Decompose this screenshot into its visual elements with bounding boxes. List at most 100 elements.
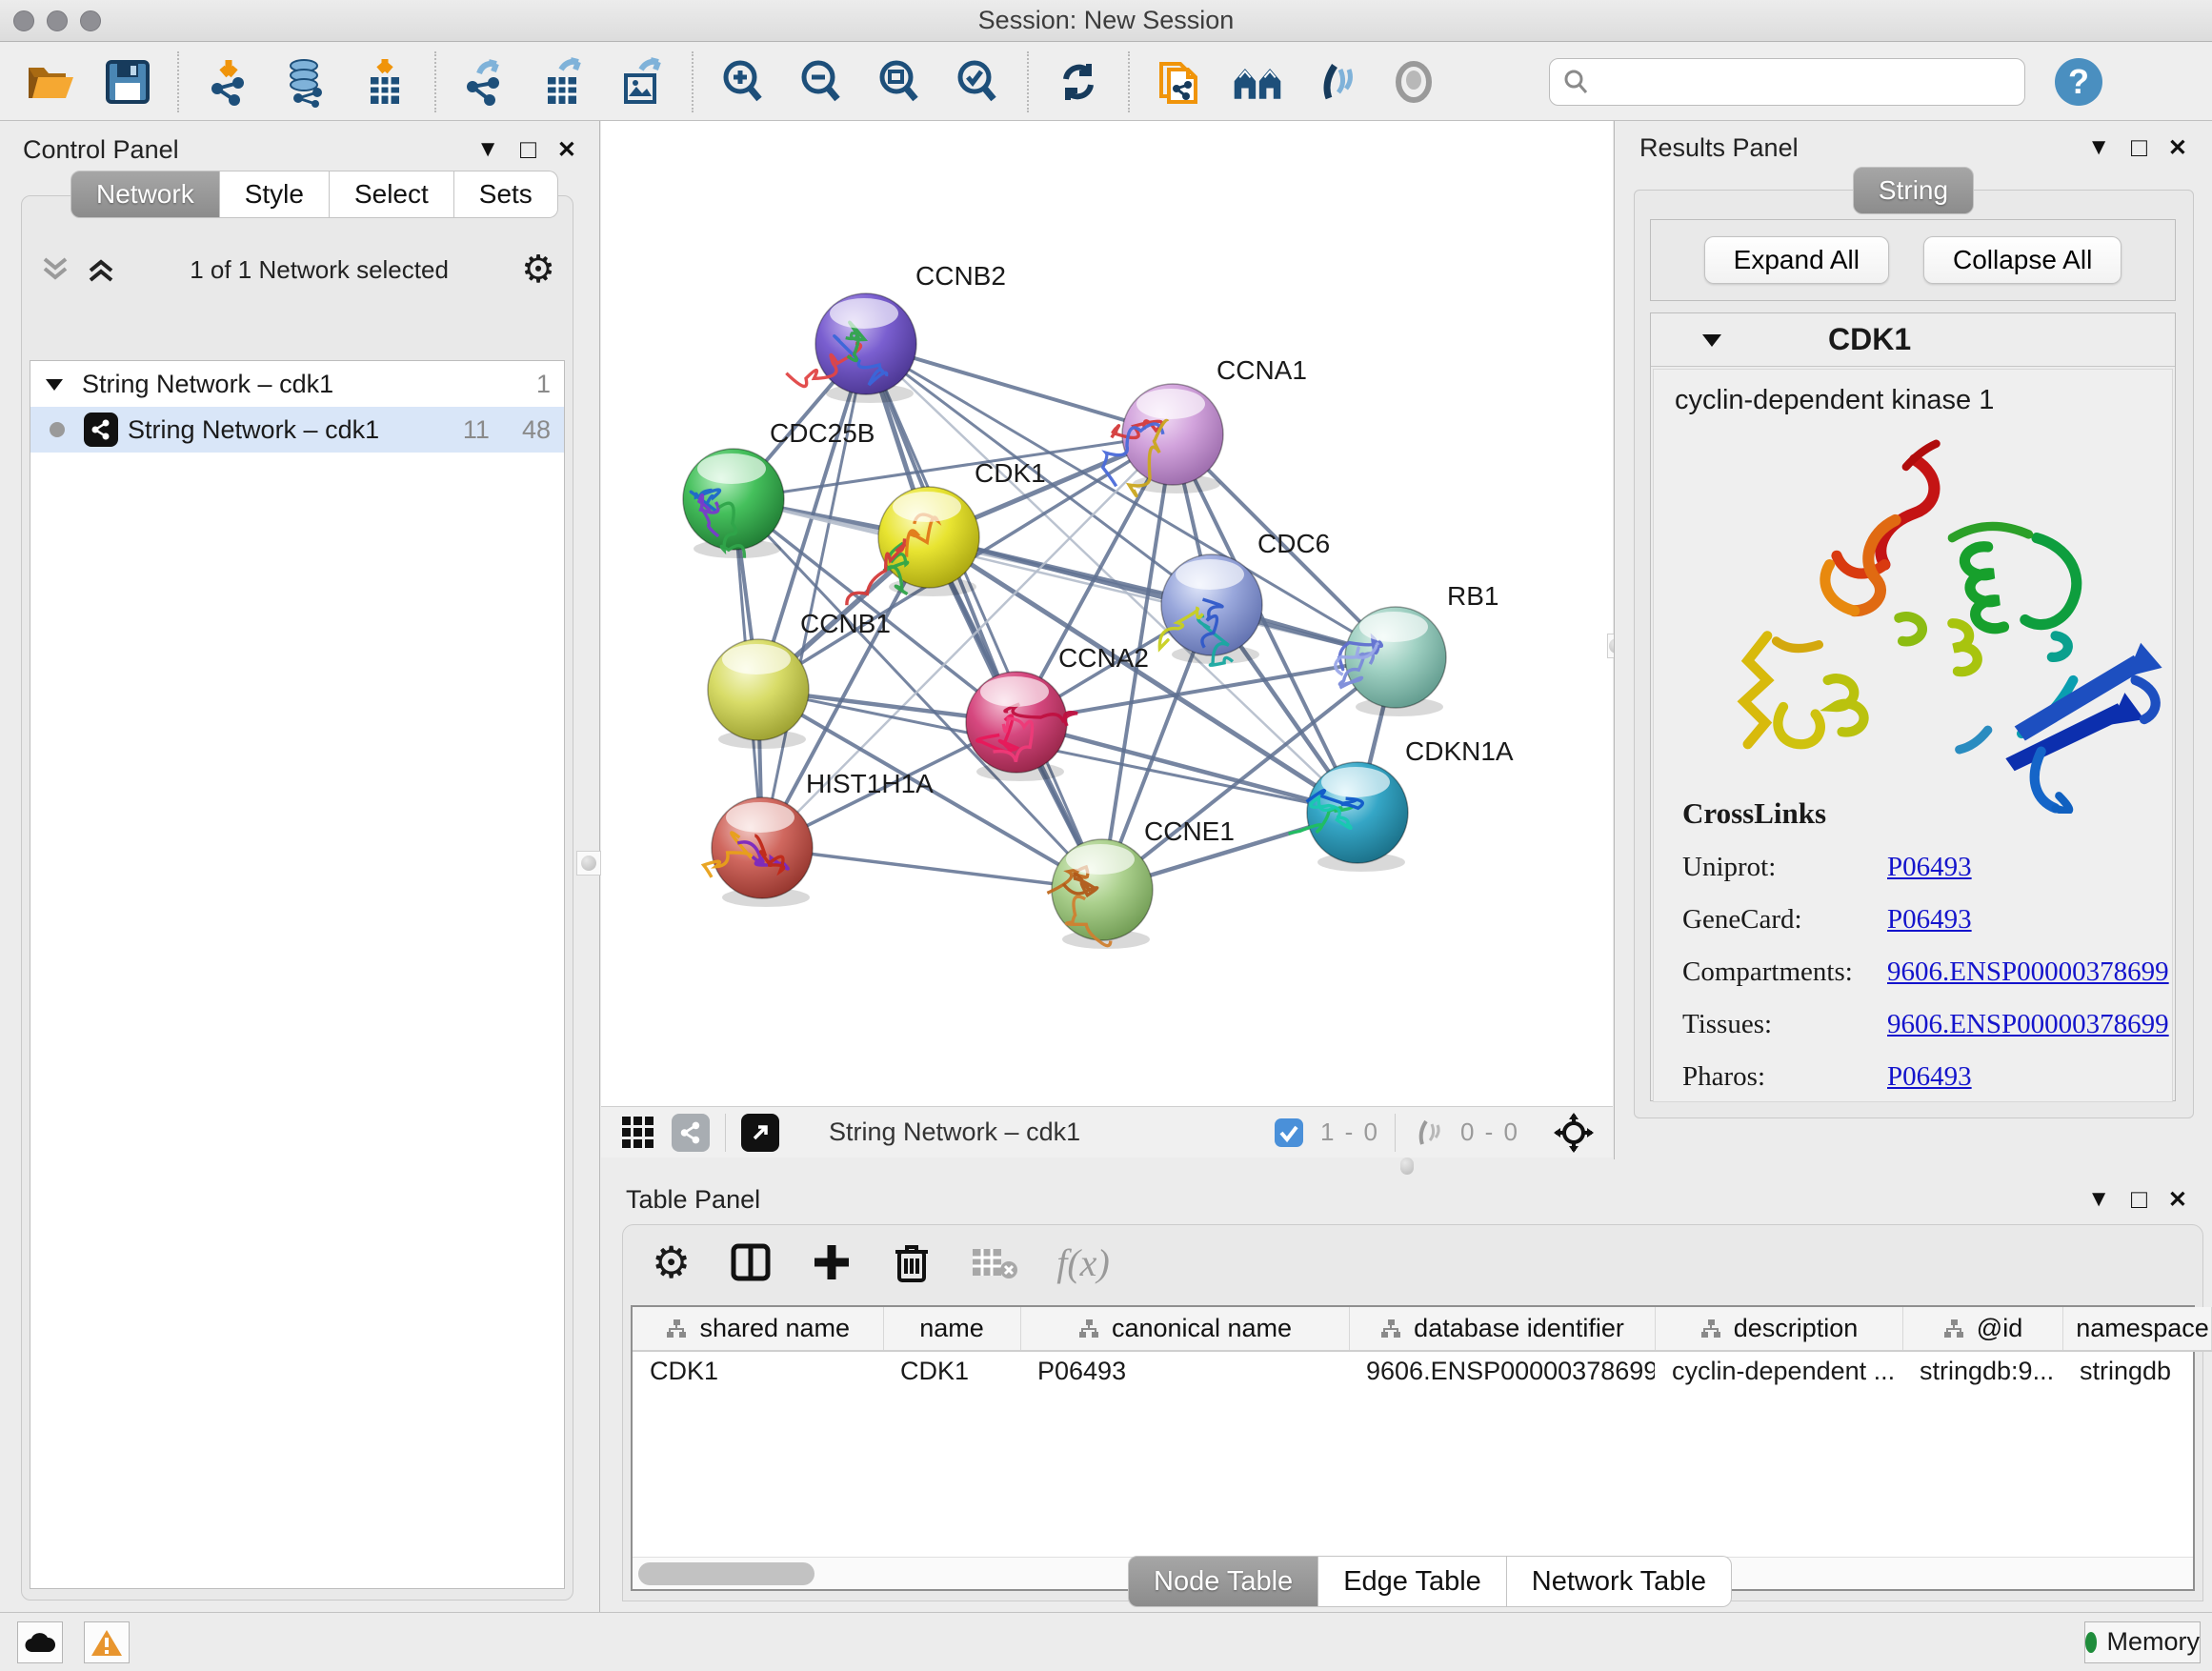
open-in-browser-icon[interactable]: [741, 1114, 779, 1152]
column-header-description[interactable]: description: [1655, 1307, 1902, 1351]
save-session-button[interactable]: [101, 55, 154, 109]
table-options-gear-icon[interactable]: ⚙: [652, 1240, 691, 1284]
network-node-CCNB1[interactable]: CCNB1: [708, 609, 891, 749]
help-button[interactable]: ?: [2052, 55, 2105, 109]
crosslink-link[interactable]: P06493: [1887, 904, 1972, 936]
cloud-status-button[interactable]: [17, 1621, 63, 1663]
network-canvas[interactable]: CCNB2CCNA1CDC25BCDK1CDC6RB1CCNB1CCNA2CDK…: [601, 121, 1613, 1106]
float-panel-icon[interactable]: □: [520, 134, 536, 165]
left-splitter-handle[interactable]: [576, 851, 601, 876]
float-panel-icon[interactable]: □: [2131, 132, 2147, 163]
column-tree-icon: [1699, 1319, 1722, 1339]
tab-sets[interactable]: Sets: [454, 171, 558, 218]
network-collection-row[interactable]: String Network – cdk1 1: [30, 361, 564, 407]
tree-expand-arrow-icon[interactable]: [44, 375, 65, 393]
birdseye-grid-icon[interactable]: [620, 1115, 656, 1151]
zoom-out-button[interactable]: [794, 55, 848, 109]
crosslink-link[interactable]: 9606.ENSP00000378699: [1887, 956, 2169, 988]
tab-edge-table[interactable]: Edge Table: [1318, 1556, 1507, 1607]
float-panel-icon[interactable]: □: [2131, 1184, 2147, 1215]
column-header-canonical-name[interactable]: canonical name: [1020, 1307, 1349, 1351]
tab-string[interactable]: String: [1853, 167, 1974, 214]
expand-all-button[interactable]: Expand All: [1704, 236, 1889, 284]
node-label-CCNE1: CCNE1: [1144, 816, 1235, 846]
column-header-namespace[interactable]: namespace: [2062, 1307, 2211, 1351]
memory-button[interactable]: Memory: [2084, 1621, 2201, 1663]
network-options-gear-icon[interactable]: ⚙: [521, 251, 555, 289]
apply-layout-button[interactable]: [1052, 55, 1105, 109]
network-edge-CCNB2-CCNE1[interactable]: [866, 344, 1102, 890]
network-node-CDC25B[interactable]: CDC25B: [683, 418, 875, 558]
search-field[interactable]: [1549, 58, 2025, 106]
export-network-button[interactable]: [459, 55, 513, 109]
import-network-file-button[interactable]: [202, 55, 255, 109]
selected-checkbox-icon[interactable]: [1273, 1117, 1305, 1149]
network-edge-HIST1H1A-CCNE1[interactable]: [762, 848, 1102, 890]
collapse-all-icon[interactable]: [39, 255, 71, 284]
scrollbar-thumb[interactable]: [638, 1562, 814, 1585]
gene-section-header[interactable]: CDK1: [1651, 313, 2175, 367]
zoom-fit-button[interactable]: [873, 55, 926, 109]
first-neighbors-button[interactable]: [1231, 55, 1284, 109]
network-node-RB1[interactable]: RB1: [1336, 581, 1499, 716]
hide-selected-button[interactable]: [1309, 55, 1362, 109]
tab-select[interactable]: Select: [330, 171, 454, 218]
crosslink-row: GeneCard: P06493: [1682, 904, 2169, 936]
import-network-database-button[interactable]: [280, 55, 333, 109]
open-folder-icon: [24, 56, 75, 108]
fit-content-crosshair-icon[interactable]: [1554, 1113, 1594, 1153]
tab-network[interactable]: Network: [70, 171, 220, 218]
network-graph[interactable]: CCNB2CCNA1CDC25BCDK1CDC6RB1CCNB1CCNA2CDK…: [601, 121, 1613, 1106]
network-node-CCNB2[interactable]: CCNB2: [786, 261, 1006, 403]
close-panel-icon[interactable]: ✕: [557, 136, 576, 164]
import-table-file-button[interactable]: [358, 55, 412, 109]
close-panel-icon[interactable]: ✕: [2168, 134, 2187, 162]
collapse-all-button[interactable]: Collapse All: [1923, 236, 2122, 284]
export-image-button[interactable]: [615, 55, 669, 109]
crosslink-link[interactable]: P06493: [1887, 852, 1972, 883]
table-row[interactable]: CDK1CDK1P064939606.ENSP00000378699cyclin…: [633, 1351, 2211, 1391]
expand-all-icon[interactable]: [85, 255, 117, 284]
show-columns-icon[interactable]: [729, 1240, 773, 1284]
section-collapse-arrow-icon[interactable]: [1700, 331, 1723, 350]
export-table-button[interactable]: [537, 55, 591, 109]
panel-menu-icon[interactable]: ▼: [2087, 134, 2110, 161]
node-table: shared namenamecanonical namedatabase id…: [631, 1305, 2195, 1591]
node-label-HIST1H1A: HIST1H1A: [806, 769, 934, 798]
crosslink-link[interactable]: P06493: [1887, 1061, 1972, 1093]
panel-menu-icon[interactable]: ▼: [2087, 1186, 2110, 1213]
tab-node-table[interactable]: Node Table: [1128, 1556, 1318, 1607]
network-edge-CCNA2-CDKN1A[interactable]: [1016, 722, 1357, 813]
node-label-CDC6: CDC6: [1257, 529, 1330, 558]
network-node-CDKN1A[interactable]: CDKN1A: [1289, 736, 1514, 872]
network-edge-count: 48: [522, 415, 551, 445]
network-share-icon[interactable]: [672, 1114, 710, 1152]
delete-column-trash-icon[interactable]: [891, 1240, 933, 1284]
network-node-HIST1H1A[interactable]: HIST1H1A: [704, 769, 934, 907]
panel-menu-icon[interactable]: ▼: [476, 136, 499, 163]
column-header-shared-name[interactable]: shared name: [633, 1307, 883, 1351]
warnings-button[interactable]: [84, 1621, 130, 1663]
column-header-database-identifier[interactable]: database identifier: [1349, 1307, 1655, 1351]
open-session-button[interactable]: [23, 55, 76, 109]
close-panel-icon[interactable]: ✕: [2168, 1186, 2187, 1214]
horizontal-splitter[interactable]: [601, 1158, 2212, 1175]
network-row-selected[interactable]: String Network – cdk1 11 48: [30, 407, 564, 453]
network-node-CDC6[interactable]: CDC6: [1159, 529, 1330, 665]
zoom-selected-icon: [952, 56, 1003, 108]
zoom-selected-button[interactable]: [951, 55, 1004, 109]
column-header-name[interactable]: name: [883, 1307, 1020, 1351]
tab-network-table[interactable]: Network Table: [1507, 1556, 1732, 1607]
tab-style[interactable]: Style: [220, 171, 330, 218]
show-all-button[interactable]: [1387, 55, 1440, 109]
column-header--id[interactable]: @id: [1902, 1307, 2062, 1351]
new-network-from-selection-button[interactable]: [1153, 55, 1206, 109]
hidden-eye-slash-icon: [1411, 1117, 1445, 1148]
zoom-in-button[interactable]: [716, 55, 770, 109]
crosslink-link[interactable]: 9606.ENSP00000378699: [1887, 1009, 2169, 1040]
search-icon: [1561, 68, 1590, 96]
node-label-CCNA1: CCNA1: [1217, 355, 1307, 385]
search-input[interactable]: [1590, 67, 2009, 96]
add-column-icon[interactable]: [811, 1241, 853, 1283]
export-network-icon: [460, 56, 512, 108]
